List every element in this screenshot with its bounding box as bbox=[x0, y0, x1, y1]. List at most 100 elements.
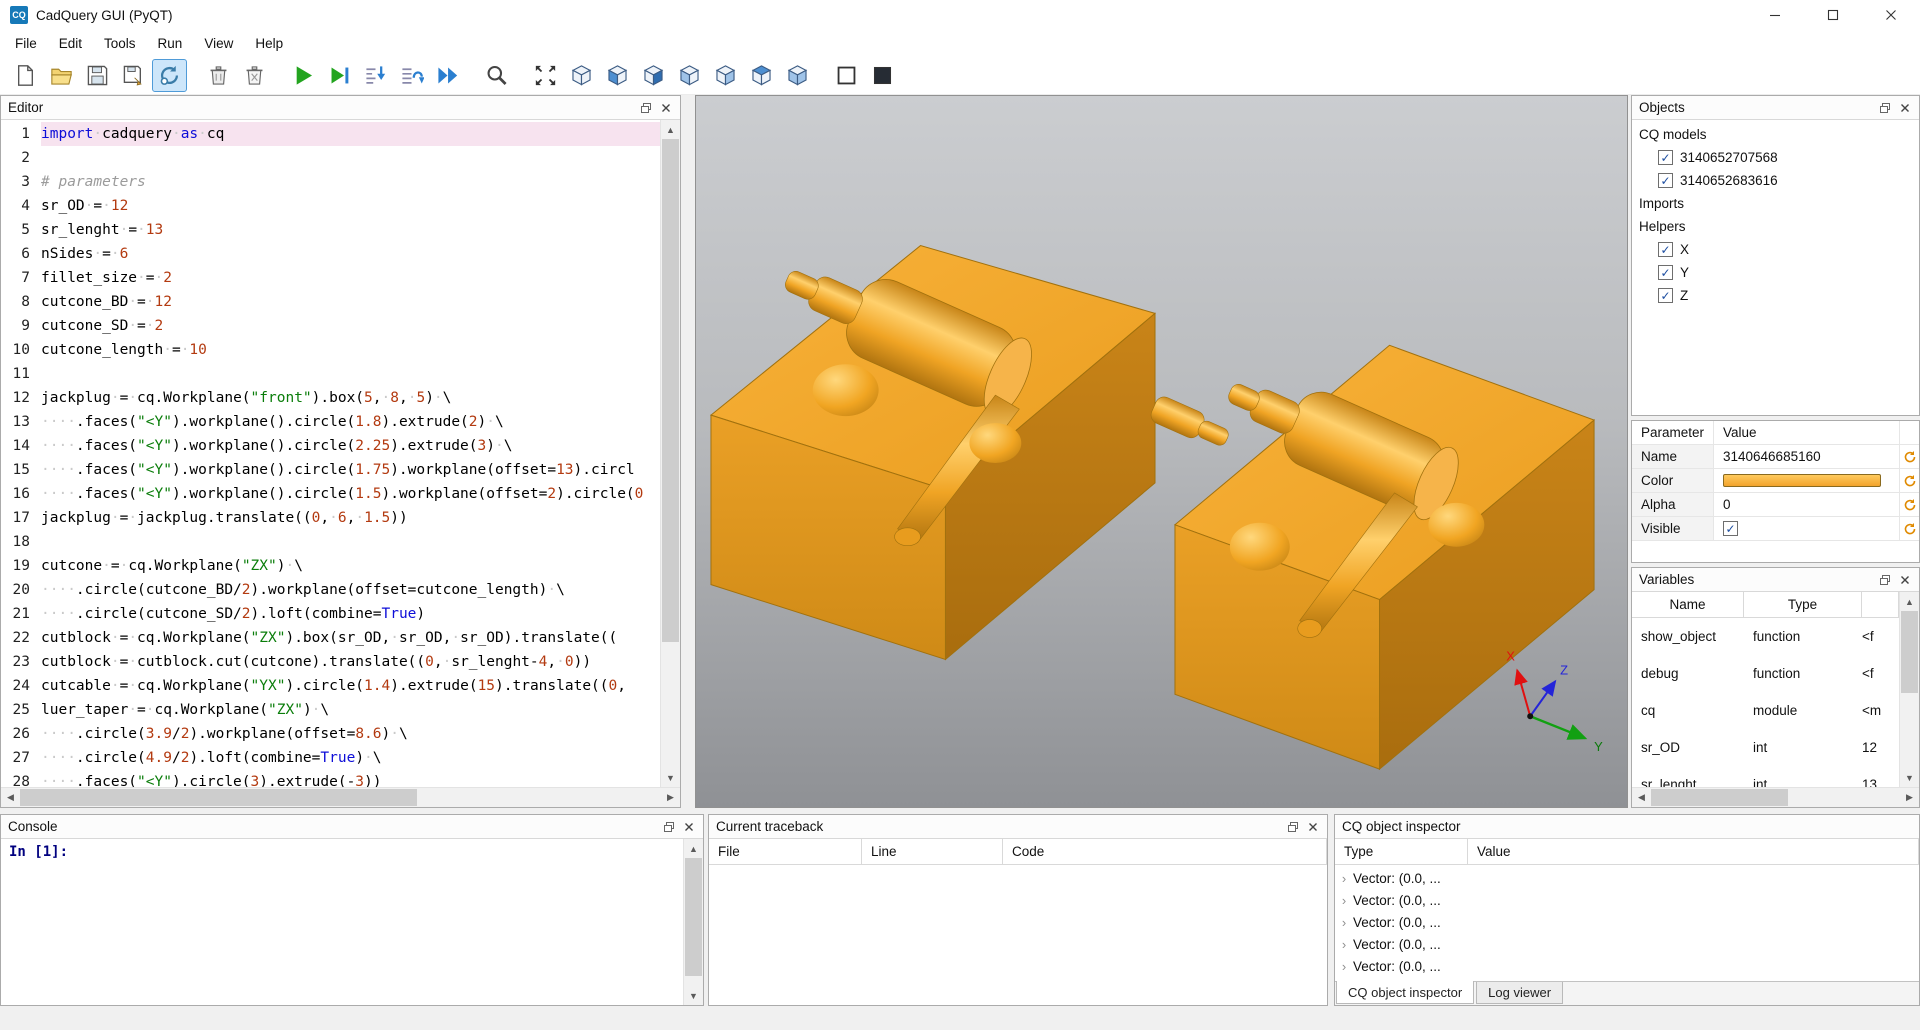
scrollbar-thumb[interactable] bbox=[685, 858, 702, 976]
inspector-col-value[interactable]: Value bbox=[1468, 839, 1919, 864]
expand-arrow-icon[interactable]: › bbox=[1335, 871, 1353, 886]
delete-model-button[interactable] bbox=[201, 59, 236, 92]
code-line[interactable]: 28····.faces("<Y").circle(3).extrude(-3)… bbox=[1, 770, 660, 787]
code-editor[interactable]: 1import·cadquery·as·cq23# parameters4sr_… bbox=[1, 120, 660, 787]
inspector-row[interactable]: ›Vector: (0.0, ... bbox=[1335, 933, 1919, 955]
variable-row-debug[interactable]: debugfunction<f bbox=[1632, 655, 1899, 692]
new-file-button[interactable] bbox=[8, 59, 43, 92]
tree-item-helpers[interactable]: Helpers bbox=[1632, 215, 1919, 238]
float-panel-button[interactable] bbox=[659, 817, 679, 837]
scroll-up-icon[interactable]: ▲ bbox=[1900, 592, 1919, 611]
checkbox[interactable]: ✓ bbox=[1658, 150, 1673, 165]
autoreload-button[interactable] bbox=[152, 59, 187, 92]
code-line[interactable]: 7fillet_size·=·2 bbox=[1, 266, 660, 290]
clear-all-button[interactable] bbox=[237, 59, 272, 92]
open-file-button[interactable] bbox=[44, 59, 79, 92]
view-back-cube-button[interactable] bbox=[636, 59, 671, 92]
code-line[interactable]: 4sr_OD·=·12 bbox=[1, 194, 660, 218]
code-line[interactable]: 2 bbox=[1, 146, 660, 170]
traceback-col-line[interactable]: Line bbox=[862, 839, 1003, 864]
traceback-col-file[interactable]: File bbox=[709, 839, 862, 864]
variables-col-type[interactable]: Type bbox=[1744, 592, 1862, 617]
debug-play-button[interactable] bbox=[322, 59, 357, 92]
inspector-row[interactable]: ›Vector: (0.0, ... bbox=[1335, 867, 1919, 889]
inspector-panel-header[interactable]: CQ object inspector bbox=[1335, 815, 1919, 839]
menu-item-edit[interactable]: Edit bbox=[48, 30, 93, 57]
float-panel-button[interactable] bbox=[1283, 817, 1303, 837]
continue-fast-forward-button[interactable] bbox=[430, 59, 465, 92]
expand-arrow-icon[interactable]: › bbox=[1335, 893, 1353, 908]
inspector-row[interactable]: ›Vector: (0.0, ... bbox=[1335, 955, 1919, 977]
editor-panel-header[interactable]: Editor bbox=[1, 96, 680, 120]
menu-item-view[interactable]: View bbox=[193, 30, 244, 57]
close-panel-button[interactable] bbox=[1895, 98, 1915, 118]
code-line[interactable]: 10cutcone_length·=·10 bbox=[1, 338, 660, 362]
zoom-magnifier-button[interactable] bbox=[479, 59, 514, 92]
tab-cq-object-inspector[interactable]: CQ object inspector bbox=[1336, 981, 1474, 1004]
code-line[interactable]: 14····.faces("<Y").workplane().circle(2.… bbox=[1, 434, 660, 458]
save-as-button[interactable] bbox=[116, 59, 151, 92]
tab-log-viewer[interactable]: Log viewer bbox=[1476, 982, 1563, 1004]
float-panel-button[interactable] bbox=[1875, 98, 1895, 118]
reset-button[interactable] bbox=[1899, 469, 1919, 492]
fit-view-button[interactable] bbox=[528, 59, 563, 92]
float-panel-button[interactable] bbox=[636, 98, 656, 118]
close-panel-button[interactable] bbox=[679, 817, 699, 837]
close-panel-button[interactable] bbox=[1895, 570, 1915, 590]
save-button[interactable] bbox=[80, 59, 115, 92]
variables-horizontal-scrollbar[interactable]: ◀ ▶ bbox=[1632, 787, 1919, 807]
view-right-cube-button[interactable] bbox=[708, 59, 743, 92]
console-vertical-scrollbar[interactable]: ▲ ▼ bbox=[683, 839, 703, 1005]
maximize-button[interactable] bbox=[1804, 0, 1862, 30]
menu-item-file[interactable]: File bbox=[4, 30, 48, 57]
view-bottom-cube-button[interactable] bbox=[780, 59, 815, 92]
code-line[interactable]: 18 bbox=[1, 530, 660, 554]
code-line[interactable]: 26····.circle(3.9/2).workplane(offset=8.… bbox=[1, 722, 660, 746]
inspector-row[interactable]: ›Vector: (0.0, ... bbox=[1335, 911, 1919, 933]
scrollbar-thumb[interactable] bbox=[20, 789, 417, 806]
code-line[interactable]: 27····.circle(4.9/2).loft(combine=True)·… bbox=[1, 746, 660, 770]
traceback-col-code[interactable]: Code bbox=[1003, 839, 1327, 864]
scroll-down-icon[interactable]: ▼ bbox=[684, 986, 703, 1005]
step-into-button[interactable] bbox=[358, 59, 393, 92]
code-line[interactable]: 3# parameters bbox=[1, 170, 660, 194]
editor-vertical-scrollbar[interactable]: ▲ ▼ bbox=[660, 120, 680, 787]
code-line[interactable]: 6nSides·=·6 bbox=[1, 242, 660, 266]
code-line[interactable]: 11 bbox=[1, 362, 660, 386]
code-line[interactable]: 19cutcone·=·cq.Workplane("ZX")·\ bbox=[1, 554, 660, 578]
expand-arrow-icon[interactable]: › bbox=[1335, 959, 1353, 974]
render-play-button[interactable] bbox=[286, 59, 321, 92]
float-panel-button[interactable] bbox=[1875, 570, 1895, 590]
code-line[interactable]: 22cutblock·=·cq.Workplane("ZX").box(sr_O… bbox=[1, 626, 660, 650]
code-line[interactable]: 5sr_lenght·=·13 bbox=[1, 218, 660, 242]
variable-row-sr_lenght[interactable]: sr_lenghtint13 bbox=[1632, 766, 1899, 787]
wireframe-square-button[interactable] bbox=[829, 59, 864, 92]
code-line[interactable]: 24cutcable·=·cq.Workplane("YX").circle(1… bbox=[1, 674, 660, 698]
code-line[interactable]: 23cutblock·=·cutblock.cut(cutcone).trans… bbox=[1, 650, 660, 674]
scrollbar-thumb[interactable] bbox=[1901, 611, 1918, 693]
checkbox[interactable]: ✓ bbox=[1658, 173, 1673, 188]
code-line[interactable]: 1import·cadquery·as·cq bbox=[1, 122, 660, 146]
menu-item-help[interactable]: Help bbox=[244, 30, 294, 57]
close-button[interactable] bbox=[1862, 0, 1920, 30]
checkbox[interactable]: ✓ bbox=[1658, 265, 1673, 280]
scroll-up-icon[interactable]: ▲ bbox=[684, 839, 703, 858]
tree-item-3140652683616[interactable]: ✓3140652683616 bbox=[1632, 169, 1919, 192]
menu-item-run[interactable]: Run bbox=[147, 30, 194, 57]
code-line[interactable]: 15····.faces("<Y").workplane().circle(1.… bbox=[1, 458, 660, 482]
reset-button[interactable] bbox=[1899, 445, 1919, 468]
visible-checkbox[interactable]: ✓ bbox=[1723, 521, 1738, 536]
titlebar[interactable]: CQ CadQuery GUI (PyQT) bbox=[0, 0, 1920, 30]
view-top-cube-button[interactable] bbox=[744, 59, 779, 92]
editor-horizontal-scrollbar[interactable]: ◀ ▶ bbox=[1, 787, 680, 807]
scroll-right-icon[interactable]: ▶ bbox=[1900, 788, 1919, 807]
reset-button[interactable] bbox=[1899, 517, 1919, 540]
checkbox[interactable]: ✓ bbox=[1658, 288, 1673, 303]
expand-arrow-icon[interactable]: › bbox=[1335, 915, 1353, 930]
code-line[interactable]: 16····.faces("<Y").workplane().circle(1.… bbox=[1, 482, 660, 506]
scrollbar-thumb[interactable] bbox=[1651, 789, 1788, 806]
tree-item-z[interactable]: ✓Z bbox=[1632, 284, 1919, 307]
code-line[interactable]: 12jackplug·=·cq.Workplane("front").box(5… bbox=[1, 386, 660, 410]
variable-row-cq[interactable]: cqmodule<m bbox=[1632, 692, 1899, 729]
expand-arrow-icon[interactable]: › bbox=[1335, 937, 1353, 952]
